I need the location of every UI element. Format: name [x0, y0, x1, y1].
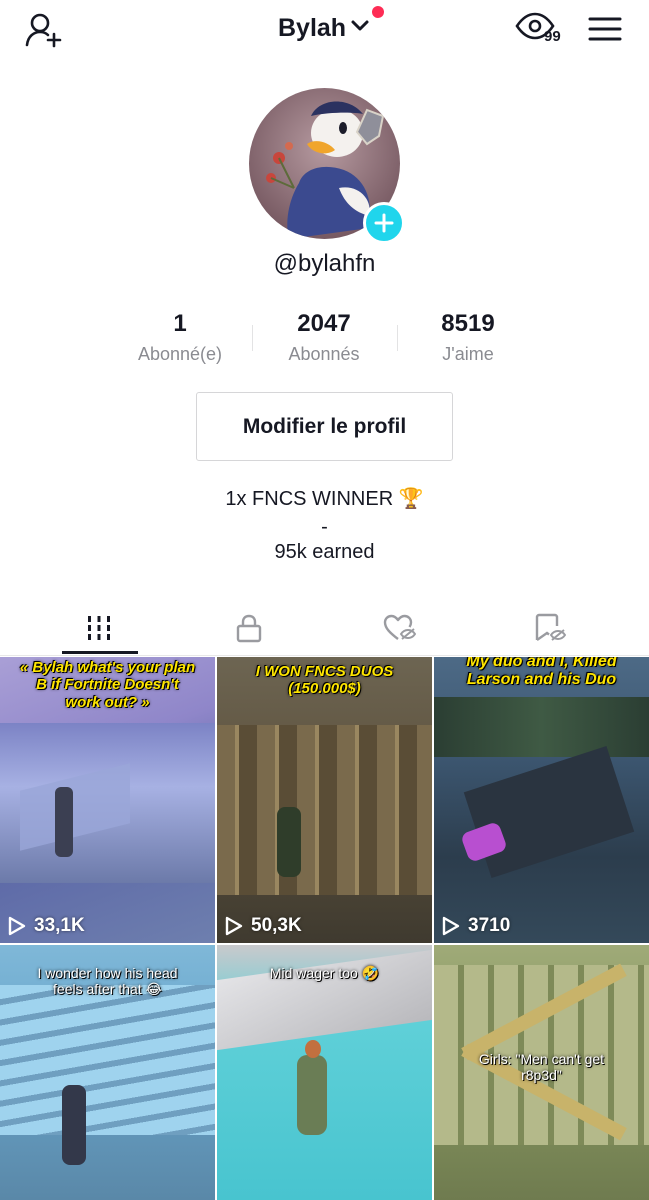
bio-line: -: [321, 516, 328, 538]
profile-views-count: 99: [544, 28, 561, 45]
stat-following-value: 1: [173, 310, 187, 337]
view-count-value: 50,3K: [251, 915, 302, 936]
video-thumbnail[interactable]: Mid wager too 🤣: [217, 945, 432, 1200]
chevron-down-icon: [350, 19, 370, 38]
stat-following[interactable]: 1 Abonné(e): [110, 310, 250, 365]
edit-profile-button[interactable]: Modifier le profil: [196, 392, 453, 461]
lock-icon: [236, 614, 262, 643]
hamburger-menu-icon[interactable]: [584, 12, 626, 46]
stat-likes-value: 8519: [441, 310, 495, 337]
stat-followers-value: 2047: [297, 310, 351, 337]
video-caption: My duo and I, Killed Larson and his Duo: [466, 657, 617, 689]
video-caption: I WON FNCS DUOS (150.000$): [255, 663, 394, 698]
view-count: 50,3K: [225, 915, 302, 937]
view-count-value: 3710: [468, 915, 511, 936]
view-count-value: 33,1K: [34, 915, 85, 936]
stat-followers[interactable]: 2047 Abonnés: [254, 310, 394, 365]
tab-liked[interactable]: [318, 600, 480, 656]
video-caption: I wonder how his head feels after that 😂: [37, 965, 178, 998]
profile-handle: @bylahfn: [273, 250, 376, 277]
account-switcher[interactable]: Bylah: [278, 12, 370, 44]
video-thumbnail[interactable]: « Bylah what's your plan B if Fortnite D…: [0, 657, 215, 943]
stat-likes-label: J'aime: [442, 344, 494, 364]
plus-icon: [374, 213, 394, 233]
video-thumbnail[interactable]: I wonder how his head feels after that 😂: [0, 945, 215, 1200]
grid-videos-icon: [88, 616, 110, 640]
video-thumbnail[interactable]: My duo and I, Killed Larson and his Duo …: [434, 657, 649, 943]
view-count: 3710: [442, 915, 510, 937]
bio-line: 95k earned: [274, 541, 375, 563]
video-caption: « Bylah what's your plan B if Fortnite D…: [19, 659, 196, 711]
liked-heart-hidden-icon: [383, 614, 416, 640]
profile-tabs: [0, 600, 649, 656]
play-icon: [225, 916, 243, 936]
tab-private[interactable]: [168, 600, 330, 656]
tab-saved[interactable]: [468, 600, 630, 656]
notification-dot: [372, 6, 384, 18]
tab-videos[interactable]: [18, 600, 180, 656]
video-thumbnail[interactable]: I WON FNCS DUOS (150.000$) 50,3K: [217, 657, 432, 943]
stat-followers-label: Abonnés: [288, 344, 360, 364]
top-bar: Bylah 99: [0, 0, 649, 60]
view-count: 33,1K: [8, 915, 85, 937]
stat-divider: [397, 325, 398, 351]
eye-icon[interactable]: 99: [514, 10, 570, 50]
header-username: Bylah: [278, 13, 347, 42]
add-story-button[interactable]: [363, 202, 405, 244]
bio-line: 1x FNCS WINNER 🏆: [225, 488, 424, 510]
bookmark-hidden-icon: [535, 613, 566, 641]
stat-divider: [252, 325, 253, 351]
video-thumbnail[interactable]: Girls: "Men can't get r8p3d": [434, 945, 649, 1200]
play-icon: [8, 916, 26, 936]
active-tab-indicator: [62, 651, 138, 654]
stat-likes[interactable]: 8519 J'aime: [398, 310, 538, 365]
play-icon: [442, 916, 460, 936]
video-caption: Mid wager too 🤣: [269, 965, 380, 981]
add-user-icon[interactable]: [22, 10, 66, 50]
video-caption: Girls: "Men can't get r8p3d": [478, 1051, 605, 1084]
stat-following-label: Abonné(e): [137, 344, 223, 364]
profile-stats: 1 Abonné(e) 2047 Abonnés 8519 J'aime: [0, 310, 649, 370]
